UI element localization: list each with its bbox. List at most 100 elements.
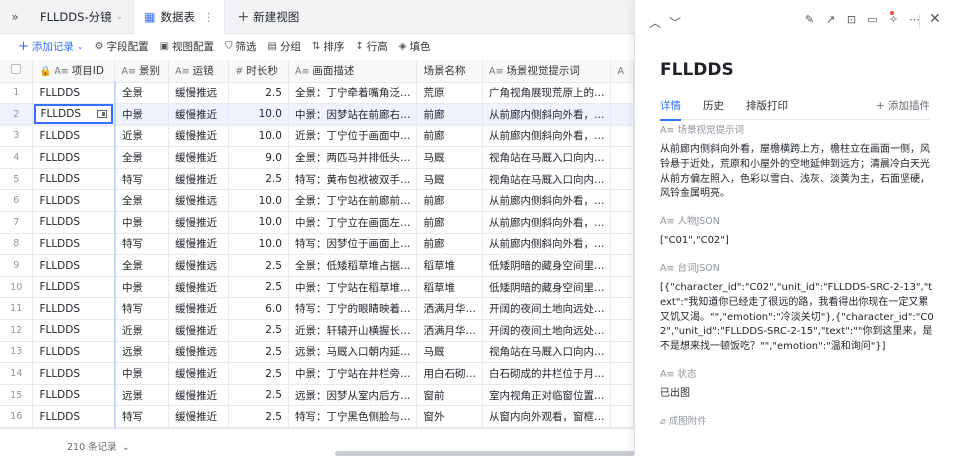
- fill-color-button[interactable]: ◈ 填色: [399, 39, 431, 54]
- cell-shot-size[interactable]: 全景: [114, 146, 170, 169]
- cell-camera[interactable]: 缓慢推近: [168, 319, 230, 342]
- cell-camera[interactable]: 缓慢推近: [168, 103, 230, 126]
- cell-duration[interactable]: 2.5: [228, 254, 289, 277]
- row-number[interactable]: 16: [0, 405, 34, 428]
- cell-duration[interactable]: 2.5: [228, 168, 289, 191]
- cell-shot-size[interactable]: 远景: [114, 384, 170, 407]
- cell-description[interactable]: 全景：丁宁站在前廊前…: [288, 189, 418, 213]
- cell-scene-prompt[interactable]: 白石砌成的井栏位于月…: [482, 362, 612, 385]
- cell-camera[interactable]: 缓慢推近: [168, 125, 230, 148]
- cell-project-id[interactable]: FLLDDS: [32, 211, 116, 234]
- cell-scene[interactable]: 前廊: [416, 125, 483, 148]
- row-number[interactable]: 7: [0, 211, 34, 234]
- cell-scene[interactable]: 荒原: [416, 82, 483, 105]
- cell-duration[interactable]: 2.5: [228, 384, 289, 407]
- table-row[interactable]: 13 FLLDDS 远景 缓慢推远 2.5 远景：马厩入口朝内延… 马厩 视角站在马厩入口向内…: [0, 341, 634, 364]
- cell-camera[interactable]: 缓慢推近: [168, 297, 230, 321]
- cell-scene-prompt[interactable]: 视角站在马厩入口向内…: [482, 146, 612, 169]
- cell-scene-prompt[interactable]: 从前廊内侧斜向外看，…: [482, 103, 612, 126]
- table-row[interactable]: 11 FLLDDS 特写 缓慢推近 6.0 特写：丁宁的眼睛映着… 洒满月华… 开阔的夜间土地…: [0, 297, 634, 321]
- close-icon[interactable]: ✕: [929, 11, 941, 27]
- more-vertical-icon[interactable]: ⋮: [203, 10, 215, 24]
- cell-project-id[interactable]: FLLDDS: [32, 189, 116, 213]
- cell-description[interactable]: 全景：低矮稻草堆占据…: [288, 254, 418, 277]
- cell-description[interactable]: 特写：丁宁的眼睛映着…: [288, 297, 418, 321]
- table-row[interactable]: 16 FLLDDS 特写 缓慢推近 2.5 特写：丁宁黑色侧脸与… 窗外 从窗内向外观看，窗框…: [0, 405, 634, 428]
- cell-duration[interactable]: 9.0: [228, 146, 289, 169]
- row-number[interactable]: 5: [0, 168, 34, 191]
- row-number[interactable]: 11: [0, 297, 34, 321]
- cell-scene[interactable]: 前廊: [416, 103, 483, 126]
- cell-description[interactable]: 全景：丁宁牵着嘴角泛…: [288, 82, 418, 105]
- cell-editor[interactable]: FLLDDS: [34, 104, 113, 125]
- cell-scene-prompt[interactable]: 广角视角展现荒原上的…: [482, 82, 612, 105]
- comment-icon[interactable]: ▭: [862, 13, 883, 26]
- table-row[interactable]: 1 FLLDDS 全景 缓慢推远 2.5 全景：丁宁牵着嘴角泛… 荒原 广角视角展现荒原上的…: [0, 82, 634, 105]
- cell-scene[interactable]: 洒满月华…: [416, 319, 483, 342]
- cell-shot-size[interactable]: 中景: [114, 362, 170, 385]
- cell-scene-prompt[interactable]: 开阔的夜间土地向远处…: [482, 319, 612, 342]
- cell-description[interactable]: 特写：黄布包袱被双手…: [288, 168, 418, 191]
- cell-duration[interactable]: 2.5: [228, 405, 289, 428]
- cell-description[interactable]: 远景：马厩入口朝内延…: [288, 341, 418, 364]
- row-number[interactable]: 10: [0, 276, 34, 299]
- table-row[interactable]: 7 FLLDDS 中景 缓慢推近 10.0 中景：丁宁立在画面左… 前廊 从前廊内侧斜向外看，…: [0, 211, 634, 234]
- chevron-up-icon[interactable]: ︿: [649, 16, 669, 30]
- cell-scene[interactable]: 洒满月华…: [416, 297, 483, 321]
- cell-duration[interactable]: 10.0: [228, 211, 289, 234]
- cell-camera[interactable]: 缓慢推近: [168, 276, 230, 299]
- cell-project-id[interactable]: FLLDDS: [32, 297, 116, 321]
- field-config-button[interactable]: ⚙ 字段配置: [95, 39, 149, 54]
- cell-description[interactable]: 远景：因梦从室内后方…: [288, 384, 418, 407]
- cell-description[interactable]: 中景：丁宁站在稻草堆…: [288, 276, 418, 299]
- cell-duration[interactable]: 2.5: [228, 341, 289, 364]
- cell-scene[interactable]: 前廊: [416, 189, 483, 213]
- cell-camera[interactable]: 缓慢推近: [168, 211, 230, 234]
- table-row[interactable]: 12 FLLDDS 近景 缓慢推近 2.5 近景：轩辕开山横握长… 洒满月华… 开阔的夜间土地…: [0, 319, 634, 342]
- cell-project-id[interactable]: FLLDDS: [32, 82, 116, 105]
- cell-scene[interactable]: 用白石砌…: [416, 362, 483, 385]
- select-all-checkbox[interactable]: [0, 60, 34, 83]
- cell-scene-prompt[interactable]: 开阔的夜间土地向远处…: [482, 297, 612, 321]
- cell-scene-prompt[interactable]: 从窗内向外观看，窗框…: [482, 405, 612, 428]
- cell-scene-prompt[interactable]: 从前廊内侧斜向外看，…: [482, 233, 612, 256]
- cell-project-id[interactable]: FLLDDS: [32, 103, 116, 126]
- cell-scene-prompt[interactable]: 从前廊内侧斜向外看，…: [482, 125, 612, 148]
- cell-shot-size[interactable]: 近景: [114, 319, 170, 342]
- cell-shot-size[interactable]: 全景: [114, 254, 170, 277]
- cell-shot-size[interactable]: 全景: [114, 82, 170, 105]
- cell-scene[interactable]: 稻草堆: [416, 276, 483, 299]
- cell-scene-prompt[interactable]: 从前廊内侧斜向外看，…: [482, 189, 612, 213]
- cell-camera[interactable]: 缓慢推近: [168, 146, 230, 169]
- cell-shot-size[interactable]: 中景: [114, 211, 170, 234]
- row-height-button[interactable]: ↕ 行高: [355, 39, 387, 54]
- cell-description[interactable]: 中景：因梦站在前廊右…: [288, 103, 418, 126]
- column-header-shot-size[interactable]: A≡ 景别: [114, 60, 170, 83]
- row-number[interactable]: 1: [0, 82, 34, 105]
- row-number[interactable]: 13: [0, 341, 34, 364]
- cell-scene[interactable]: 窗外: [416, 405, 483, 428]
- cell-description[interactable]: 特写：丁宁黑色侧脸与…: [288, 405, 418, 428]
- cell-duration[interactable]: 2.5: [228, 82, 289, 105]
- cell-shot-size[interactable]: 特写: [114, 233, 170, 256]
- cell-project-id[interactable]: FLLDDS: [32, 233, 116, 256]
- add-plugin-button[interactable]: + 添加插件: [876, 98, 930, 113]
- edit-icon[interactable]: ✎: [799, 13, 820, 26]
- row-number[interactable]: 14: [0, 362, 34, 385]
- row-number[interactable]: 6: [0, 189, 34, 213]
- cell-camera[interactable]: 缓慢推远: [168, 341, 230, 364]
- field-value[interactable]: [{"character_id":"C02","unit_id":"FLLDDS…: [660, 281, 938, 355]
- cell-shot-size[interactable]: 特写: [114, 405, 170, 428]
- row-number[interactable]: 12: [0, 319, 34, 342]
- view-config-button[interactable]: ▣ 视图配置: [160, 39, 214, 54]
- horizontal-scrollbar[interactable]: [335, 451, 635, 456]
- share-icon[interactable]: ↗: [820, 13, 841, 26]
- cell-project-id[interactable]: FLLDDS: [32, 362, 116, 385]
- cell-project-id[interactable]: FLLDDS: [32, 405, 116, 428]
- cell-camera[interactable]: 缓慢推远: [168, 189, 230, 213]
- row-number[interactable]: 3: [0, 125, 34, 148]
- cell-scene-prompt[interactable]: 从前廊内侧斜向外看，…: [482, 211, 612, 234]
- cell-camera[interactable]: 缓慢推近: [168, 168, 230, 191]
- cell-duration[interactable]: 2.5: [228, 276, 289, 299]
- cell-project-id[interactable]: FLLDDS: [32, 319, 116, 342]
